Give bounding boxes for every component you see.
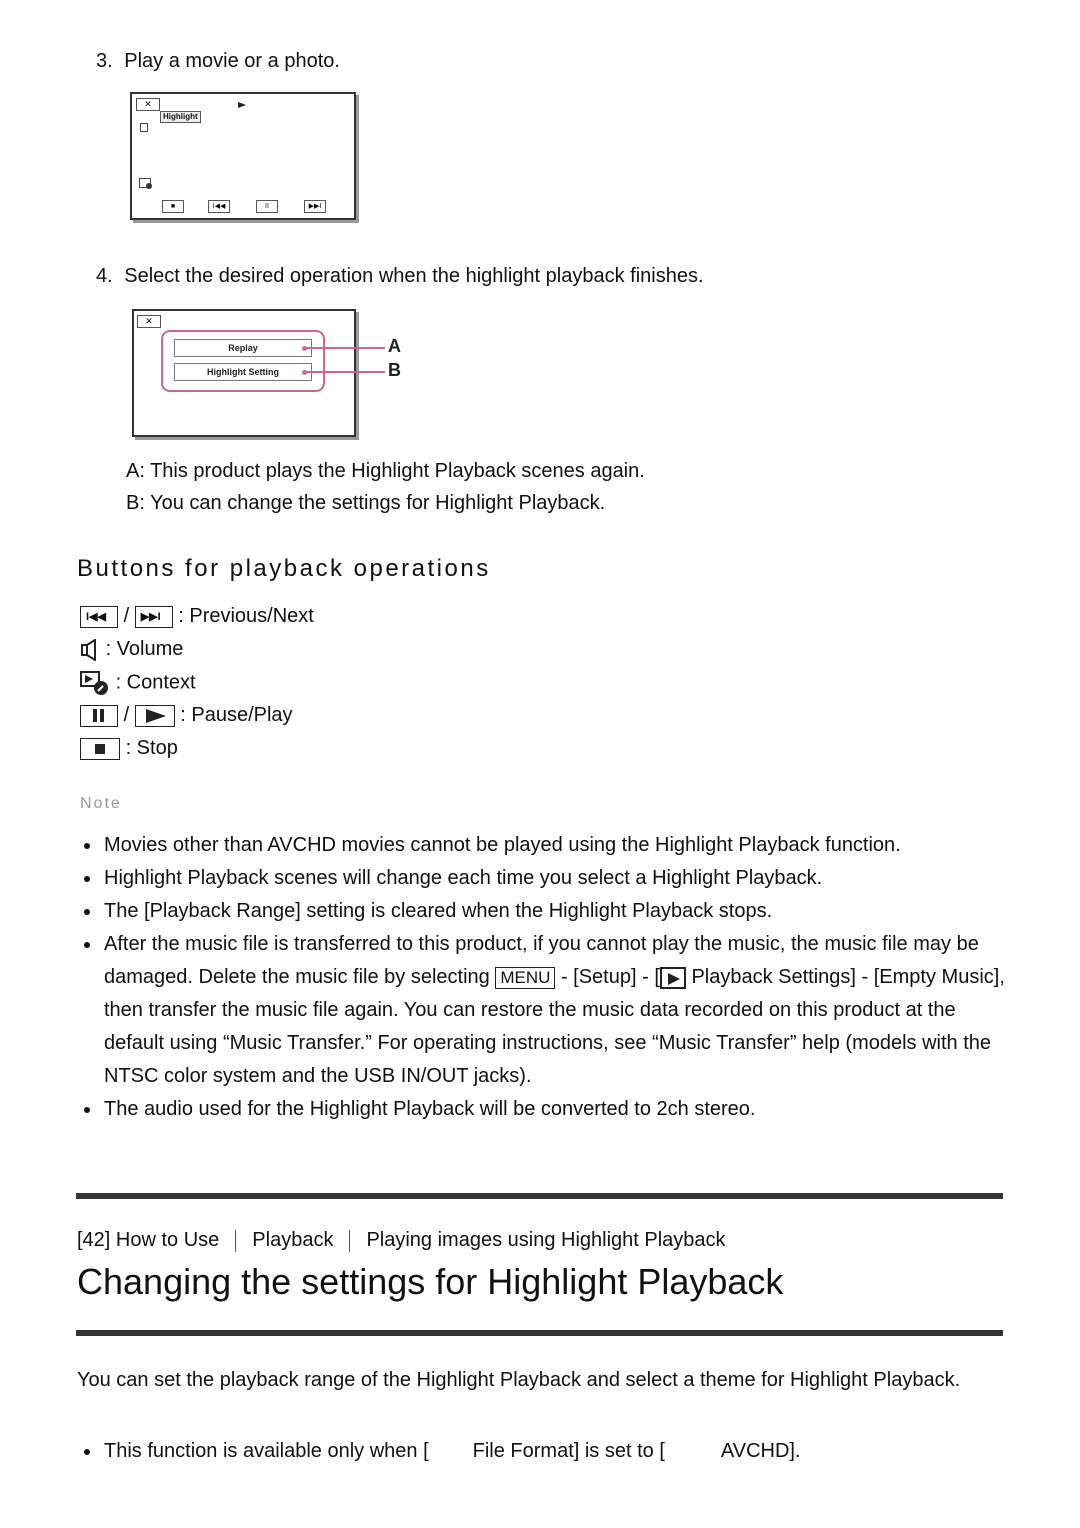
stop-button: ■ [162,200,184,213]
legend-label: : Stop [125,737,178,759]
breadcrumb: [42] How to Use Playback Playing images us… [77,1229,726,1252]
slash: / [123,704,130,726]
pause-button: II [256,200,278,213]
step-text: Select the desired operation when the hi… [124,265,704,287]
note-heading: Note [80,795,122,812]
note-item-music: After the music file is transferred to t… [76,928,1006,1093]
breadcrumb-item[interactable]: Playback [252,1229,333,1251]
context-icon [80,670,110,696]
highlight-finish-screen-illustration: ✕ Replay Highlight Setting [132,309,356,437]
step-4: 4. Select the desired operation when the… [96,264,704,288]
play-indicator-icon [238,102,246,108]
play-icon [134,704,175,727]
wrench-icon [146,183,152,189]
legend-context: : Context [80,670,196,696]
availability-text: AVCHD]. [720,1440,801,1462]
legend-label: : Volume [105,638,184,660]
next-icon: ▶▶I [134,605,173,628]
next-button: ▶▶I [304,200,326,213]
availability-text: File Format] is set to [ [472,1440,665,1462]
availability-item: This function is available only when [ Fi… [76,1435,1006,1468]
divider-top [76,1193,1003,1199]
close-icon: ✕ [136,98,160,111]
note-text: - [Setup] - [ [555,966,660,988]
close-icon: ✕ [137,315,161,328]
section-heading: Buttons for playback operations [77,555,491,582]
volume-icon [80,637,100,662]
page-title: Changing the settings for Highlight Play… [77,1261,784,1302]
legend-previous-next: I◀◀ / ▶▶I : Previous/Next [80,604,314,628]
legend-label: : Previous/Next [178,605,314,627]
slash: / [123,605,130,627]
legend-pause-play: / : Pause/Play [80,703,293,727]
menu-key-icon: MENU [495,966,556,989]
note-item: Movies other than AVCHD movies cannot be… [76,829,1006,862]
note-list: Movies other than AVCHD movies cannot be… [76,829,1006,1126]
legend-label: : Pause/Play [180,704,293,726]
previous-button: I◀◀ [208,200,230,213]
legend-label: : Context [115,671,196,694]
note-item: The [Playback Range] setting is cleared … [76,895,1006,928]
breadcrumb-item[interactable]: Playing images using Highlight Playback [366,1229,725,1251]
replay-button: Replay [174,339,312,357]
callout-line-b [303,371,385,373]
playback-settings-icon [659,966,686,989]
legend-stop: : Stop [80,736,178,760]
availability-text: This function is available only when [ [104,1440,429,1462]
callout-a: A [388,336,401,356]
breadcrumb-item[interactable]: [42] How to Use [77,1229,219,1251]
highlight-tag: Highlight [160,111,201,123]
legend-volume: : Volume [80,637,184,662]
availability-list: This function is available only when [ Fi… [76,1435,1006,1468]
breadcrumb-separator [235,1229,237,1252]
intro-paragraph: You can set the playback range of the Hi… [77,1369,961,1391]
stop-icon [80,737,120,760]
note-item: The audio used for the Highlight Playbac… [76,1093,1006,1126]
step-number: 4. [96,265,113,287]
callout-a-description: A: This product plays the Highlight Play… [126,460,645,482]
divider-bottom [76,1330,1003,1336]
callout-b-description: B: You can change the settings for Highl… [126,492,606,514]
playback-screen-illustration: ✕ Highlight ■ I◀◀ II ▶▶I [130,92,356,220]
callout-b: B [388,360,401,380]
step-number: 3. [96,50,113,72]
breadcrumb-separator [349,1229,351,1252]
step-text: Play a movie or a photo. [124,50,340,72]
callout-line-a [303,347,385,349]
volume-icon [140,123,148,132]
pause-icon [80,704,118,727]
highlight-setting-button: Highlight Setting [174,363,312,381]
note-item: Highlight Playback scenes will change ea… [76,862,1006,895]
previous-icon: I◀◀ [80,605,118,628]
step-3: 3. Play a movie or a photo. [96,49,340,73]
